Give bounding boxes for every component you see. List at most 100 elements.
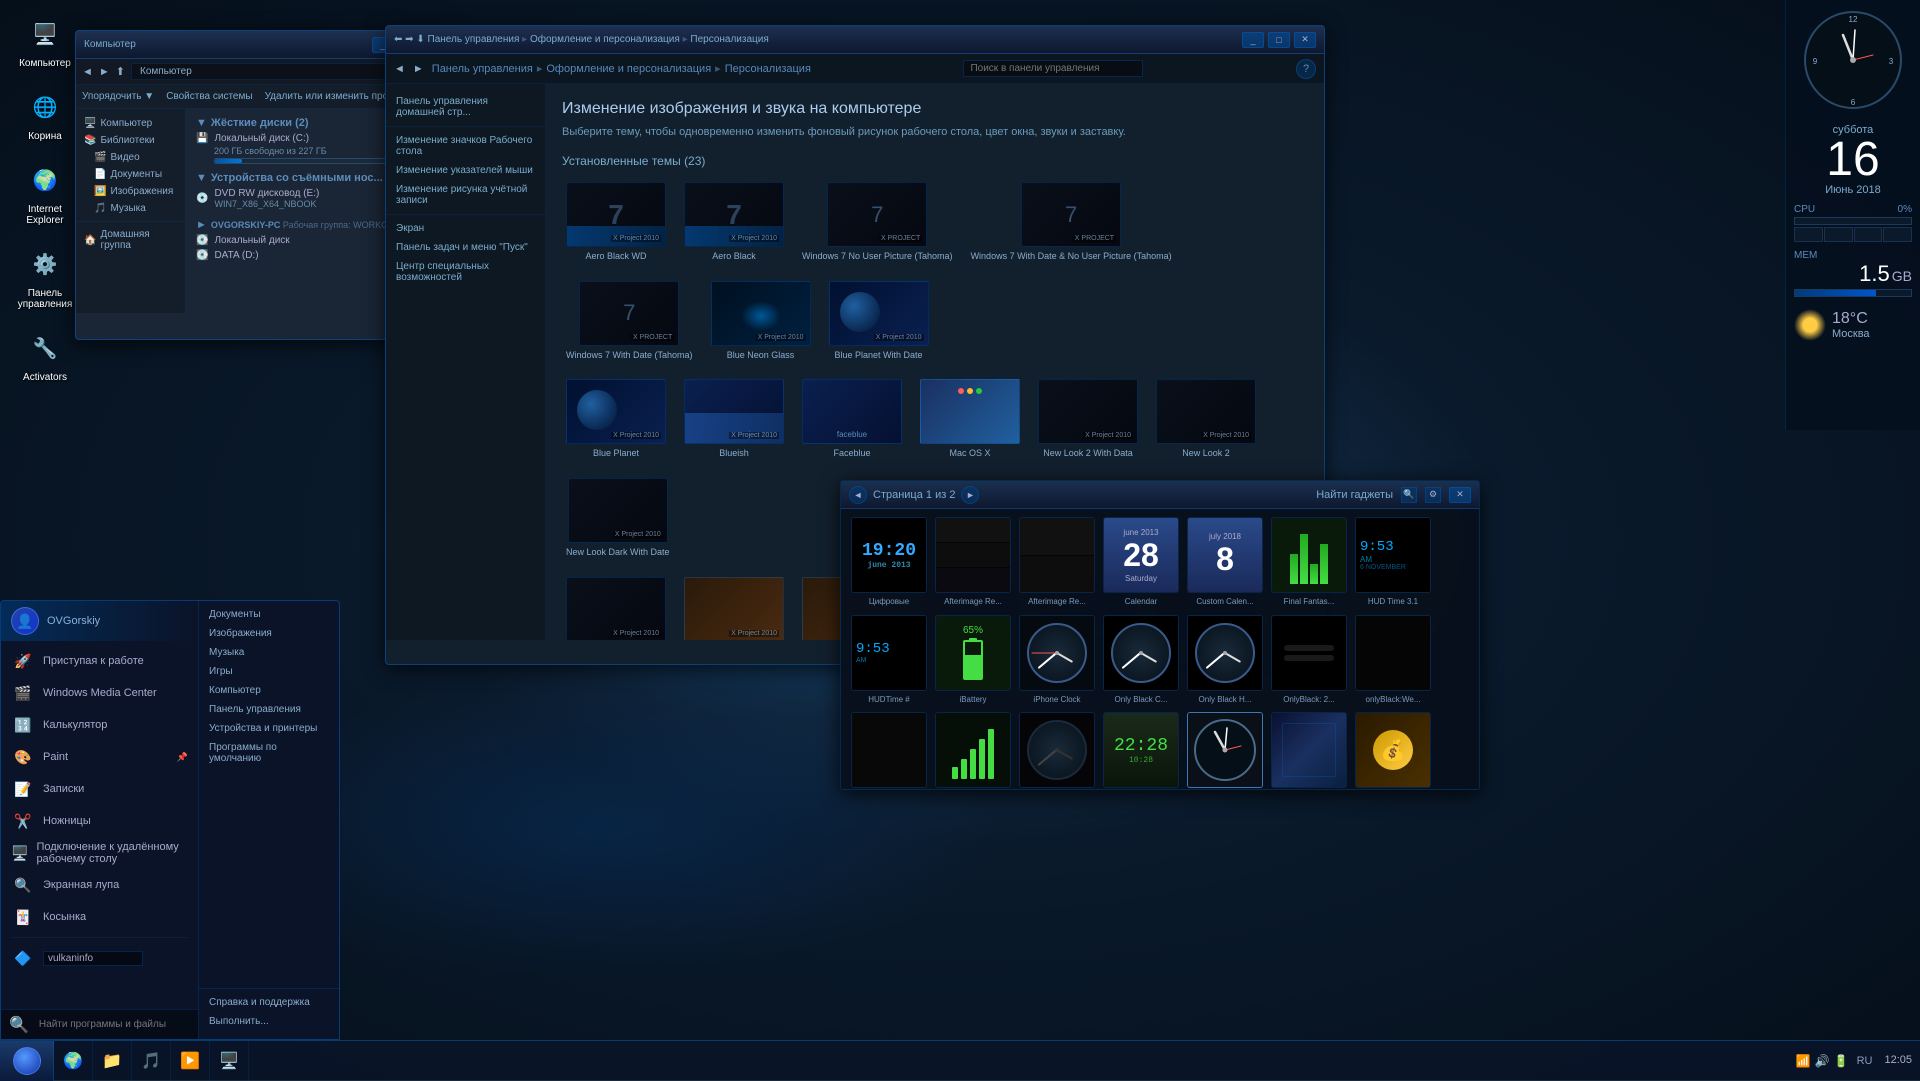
gadget-iphone-clock[interactable]: iPhone Clock [1019,615,1095,705]
properties-button[interactable]: Свойства системы [166,91,252,102]
start-app-remote[interactable]: 🖥️ Подключение к удалённому рабочему сто… [1,837,198,869]
theme-rocks-transparent[interactable]: X Project 2010 Rocks Transparent [680,573,788,640]
cp-left-screen[interactable]: Экран [386,219,545,238]
start-app-magnifier[interactable]: 🔍 Экранная лупа [1,869,198,901]
desktop-icon-computer[interactable]: 🖥️ Компьютер [10,10,80,73]
cp-nav-forward[interactable]: ➡ [405,34,413,45]
sidebar-video[interactable]: 🎬 Видео [76,149,185,166]
desktop-icon-ie[interactable]: 🌍 Internet Explorer [10,156,80,230]
start-app-getting-started[interactable]: 🚀 Приступая к работе [1,645,198,677]
keyboard-lang[interactable]: RU [1857,1055,1873,1067]
taskbar-ie[interactable]: 🌍 [54,1041,93,1081]
right-help[interactable]: Справка и поддержка [199,993,339,1012]
gadget-only-black-c[interactable]: Only Black C... [1103,615,1179,705]
gadgets-settings-icon[interactable]: ⚙ [1425,487,1441,503]
tray-volume-icon[interactable]: 🔊 [1815,1054,1830,1068]
theme-faceblue[interactable]: faceblue Faceblue [798,375,906,464]
theme-aero-black[interactable]: 7 X Project 2010 Aero Black [680,178,788,267]
sidebar-images[interactable]: 🖼️ Изображения [76,183,185,200]
start-app-notes[interactable]: 📝 Записки [1,773,198,805]
taskbar-pc[interactable]: 🖥️ [210,1041,249,1081]
theme-blueish[interactable]: X Project 2010 Blueish [680,375,788,464]
gadgets-close[interactable]: ✕ [1449,487,1471,503]
cp-bc-3[interactable]: Персонализация [725,63,811,75]
gadget-afterimage1[interactable]: Afterimage Re... [935,517,1011,607]
right-run[interactable]: Выполнить... [199,1012,339,1031]
right-devices[interactable]: Устройства и принтеры [199,719,339,738]
right-computer[interactable]: Компьютер [199,681,339,700]
gadget-only-black-h[interactable]: Only Black H... [1187,615,1263,705]
theme-aero-black-wd[interactable]: 7 X Project 2010 Aero Black WD [562,178,670,267]
theme-win7-no-user[interactable]: 7 X PROJECT Windows 7 No User Picture (T… [798,178,957,267]
cp-breadcrumb-1[interactable]: Панель управления [428,34,520,45]
theme-newlook-dark[interactable]: X Project 2010 New Look Dark [562,573,670,640]
tray-network-icon[interactable]: 📶 [1796,1054,1811,1068]
nav-fwd2[interactable]: ► [413,63,424,75]
gadget-ibattery[interactable]: 65% iBattery [935,615,1011,705]
gadget-digital[interactable]: 19:20 june 2013 Цифровые [851,517,927,607]
start-app-calc[interactable]: 🔢 Калькулятор [1,709,198,741]
gadget-iphone-large[interactable]: iPhone Clock [1187,712,1263,790]
start-app-vulkan[interactable]: 🔷 [1,942,198,974]
gadget-onlyblackfee[interactable]: OnlyBlackFee... [851,712,927,790]
taskbar-clock[interactable]: 12:05 [1884,1054,1912,1067]
taskbar-explorer[interactable]: 📁 [93,1041,132,1081]
cp-bc-1[interactable]: Панель управления [432,63,533,75]
right-music[interactable]: Музыка [199,643,339,662]
page-next-button[interactable]: ► [961,486,979,504]
sidebar-homegroup[interactable]: 🏠 Домашняя группа [76,226,185,254]
cp-close[interactable]: ✕ [1294,32,1316,48]
gadget-custom-cal[interactable]: july 2018 8 Custom Calen... [1187,517,1263,607]
taskbar-media[interactable]: 🎵 [132,1041,171,1081]
cp-left-access[interactable]: Центр специальных возможностей [386,257,545,287]
cp-left-mouse[interactable]: Изменение указателей мыши [386,161,545,180]
right-defaults[interactable]: Программы по умолчанию [199,738,339,768]
nav-back2[interactable]: ◄ [394,63,405,75]
theme-newlook2[interactable]: X Project 2010 New Look 2 [1152,375,1260,464]
theme-newlook2-date[interactable]: X Project 2010 New Look 2 With Data [1034,375,1142,464]
gadget-afterimage2[interactable]: Afterimage Re... [1019,517,1095,607]
cp-left-home[interactable]: Панель управлениядомашней стр... [386,92,545,122]
cp-left-taskbar[interactable]: Панель задач и меню "Пуск" [386,238,545,257]
gadget-banuta[interactable]: 💰 Банута [1355,712,1431,790]
cp-search-input[interactable] [963,60,1143,77]
gadget-windows-med[interactable]: Windows Med... [1271,712,1347,790]
desktop-icon-control[interactable]: ⚙️ Панель управления [10,240,80,314]
tray-battery-icon[interactable]: 🔋 [1834,1054,1849,1068]
cp-breadcrumb-2[interactable]: Оформление и персонализация [530,34,680,45]
cp-minimize[interactable]: _ [1242,32,1264,48]
gadget-onlyblack-we[interactable]: onlyBlack:We... [1355,615,1431,705]
theme-blue-planet[interactable]: X Project 2010 Blue Planet [562,375,670,464]
nav-forward[interactable]: ► [99,66,110,78]
cp-breadcrumb-3[interactable]: Персонализация [690,34,768,45]
cp-nav-down[interactable]: ⬇ [416,34,424,45]
start-app-solitaire[interactable]: 🃏 Косынка [1,901,198,933]
desktop-icon-activators[interactable]: 🔧 Activators [10,324,80,387]
cp-maximize[interactable]: □ [1268,32,1290,48]
theme-blue-neon[interactable]: X Project 2010 Blue Neon Glass [707,277,815,366]
help-button[interactable]: ? [1296,59,1316,79]
gadget-onlyblack2[interactable]: OnlyBlack: 2... [1271,615,1347,705]
gadget-pricedown[interactable]: 22:28 10:28 Pricedown Cl... [1103,712,1179,790]
start-app-wmc[interactable]: 🎬 Windows Media Center [1,677,198,709]
page-prev-button[interactable]: ◄ [849,486,867,504]
cp-bc-2[interactable]: Оформление и персонализация [546,63,711,75]
gadgets-search-icon[interactable]: 🔍 [1401,487,1417,503]
gadget-phantom[interactable]: Phantom clock [1019,712,1095,790]
right-documents[interactable]: Документы [199,605,339,624]
cp-left-account[interactable]: Изменение рисунка учётной записи [386,180,545,210]
gadget-hudtime[interactable]: 9:53 AM 6 NOVEMBER HUD Time 3.1 [1355,517,1431,607]
start-button[interactable] [0,1041,54,1081]
taskbar-wmp[interactable]: ▶️ [171,1041,210,1081]
vulkan-input[interactable] [43,951,143,966]
sidebar-computer[interactable]: 🖥️ Компьютер [76,115,185,132]
gadget-hudtime2[interactable]: 9:53 AM HUDTime # [851,615,927,705]
theme-win7-date-no-user[interactable]: 7 X PROJECT Windows 7 With Date & No Use… [967,178,1176,267]
nav-up[interactable]: ⬆ [116,65,125,78]
organize-button[interactable]: Упорядочить ▼ [82,91,154,102]
theme-win7-date[interactable]: 7 X PROJECT Windows 7 With Date (Tahoma) [562,277,697,366]
gadget-onlyblackwifi[interactable]: OnlyBlackWifi... [935,712,1011,790]
theme-newlook-dark-date[interactable]: X Project 2010 New Look Dark With Date [562,474,674,563]
gadget-finalfan[interactable]: Final Fantas... [1271,517,1347,607]
start-app-scissors[interactable]: ✂️ Ножницы [1,805,198,837]
